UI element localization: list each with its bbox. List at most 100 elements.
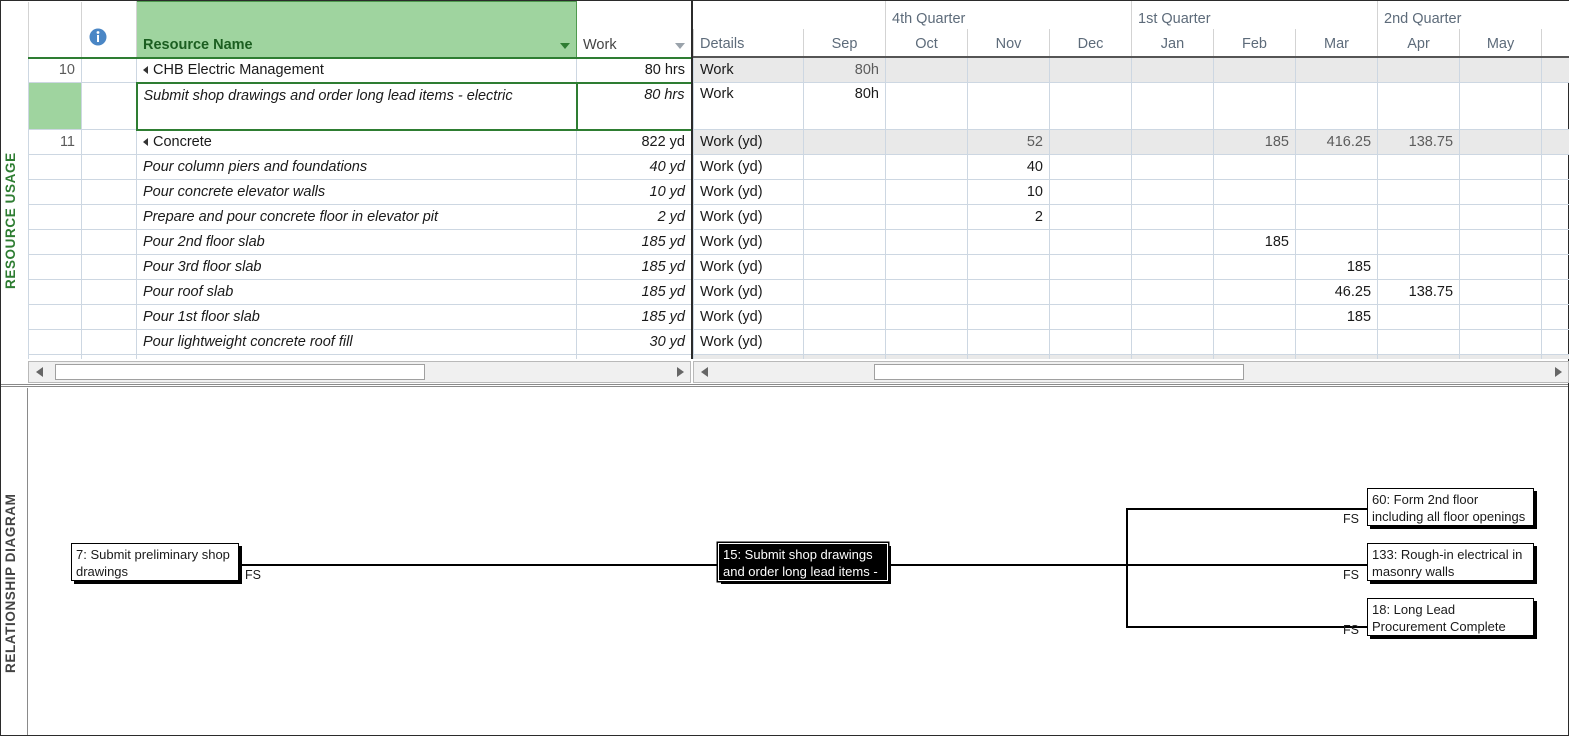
timephased-value-cell[interactable]	[885, 178, 968, 205]
timephased-value-cell[interactable]	[1049, 303, 1132, 330]
timephased-value-cell[interactable]	[803, 353, 886, 359]
table-row[interactable]: Work (yd) 185	[693, 253, 1569, 280]
timephased-value-cell[interactable]	[1541, 228, 1569, 255]
timephased-value-cell[interactable]: 288	[1049, 353, 1132, 359]
timephased-value-cell[interactable]	[1377, 228, 1461, 255]
timephased-value-cell[interactable]: 185	[1294, 303, 1379, 330]
timephased-value-cell[interactable]	[1131, 153, 1214, 180]
timephased-value-cell[interactable]	[967, 56, 1050, 83]
indicator-cell[interactable]	[81, 179, 137, 205]
table-row[interactable]: Pour 3rd floor slab 185 yd	[28, 254, 691, 280]
scroll-left-arrow[interactable]	[695, 363, 713, 381]
timephased-value-cell[interactable]	[1049, 128, 1132, 155]
column-header-row-number[interactable]	[28, 1, 82, 59]
timephased-value-cell[interactable]	[1049, 228, 1132, 255]
timephased-value-cell[interactable]	[1131, 128, 1214, 155]
successor-node[interactable]: 60: Form 2nd floor including all floor o…	[1367, 488, 1534, 526]
table-row[interactable]: Work (yd) 2	[693, 203, 1569, 230]
work-cell[interactable]: 80 hrs	[575, 81, 691, 131]
timephased-value-cell[interactable]	[1049, 328, 1132, 355]
work-cell[interactable]: 30 yd	[576, 329, 691, 355]
column-header-resource-name[interactable]: Resource Name	[136, 1, 577, 59]
timephased-value-cell[interactable]	[1377, 253, 1461, 280]
row-number-cell[interactable]	[28, 304, 82, 330]
timephased-value-cell[interactable]	[885, 203, 968, 230]
timephased-value-cell[interactable]	[1294, 56, 1379, 83]
chevron-down-icon[interactable]	[675, 42, 685, 49]
timephased-value-cell[interactable]	[1213, 328, 1296, 355]
scroll-left-arrow[interactable]	[30, 363, 48, 381]
timephased-value-cell[interactable]	[1213, 353, 1296, 359]
timephased-value-cell[interactable]: 52	[967, 128, 1050, 155]
timephased-value-cell[interactable]	[803, 128, 886, 155]
predecessor-node[interactable]: 7: Submit preliminary shop drawings	[71, 543, 239, 581]
timephased-value-cell[interactable]	[1049, 203, 1132, 230]
timephased-value-cell[interactable]	[1294, 328, 1379, 355]
row-number-cell[interactable]	[28, 254, 82, 280]
row-number-cell[interactable]	[28, 82, 82, 130]
timephased-value-cell[interactable]	[803, 253, 886, 280]
row-number-cell[interactable]: 11	[28, 129, 82, 155]
timephased-value-cell[interactable]	[803, 203, 886, 230]
timephased-value-cell[interactable]: 1,250	[1294, 353, 1379, 359]
timephased-value-cell[interactable]	[1131, 56, 1214, 83]
timephased-value-cell[interactable]	[1541, 328, 1569, 355]
timephased-value-cell[interactable]: 138.75	[1377, 278, 1461, 305]
table-row[interactable]: Work (ft) 480 288 1,2501,250	[693, 353, 1569, 359]
timephased-value-cell[interactable]	[1459, 153, 1543, 180]
timephased-value-cell[interactable]	[1541, 153, 1569, 180]
indicator-cell[interactable]	[81, 57, 137, 83]
timephased-value-cell[interactable]	[1459, 353, 1543, 359]
timephased-value-cell[interactable]: 80h	[803, 56, 886, 83]
row-number-cell[interactable]: 12	[28, 354, 82, 359]
work-cell[interactable]: 185 yd	[576, 229, 691, 255]
timephased-value-cell[interactable]	[1459, 303, 1543, 330]
timephased-value-cell[interactable]	[885, 153, 968, 180]
timephased-value-cell[interactable]	[1459, 81, 1543, 130]
timephased-value-cell[interactable]	[967, 328, 1050, 355]
resource-name-cell[interactable]: Pour lightweight concrete roof fill	[136, 329, 577, 355]
timephased-value-cell[interactable]	[1049, 253, 1132, 280]
timephased-value-cell[interactable]	[1213, 56, 1296, 83]
resource-name-cell[interactable]: Pour 1st floor slab	[136, 304, 577, 330]
timephased-value-cell[interactable]	[885, 278, 968, 305]
resource-name-cell[interactable]: Pour concrete elevator walls	[136, 179, 577, 205]
timephased-value-cell[interactable]: 480	[885, 353, 968, 359]
timephased-value-cell[interactable]	[1213, 178, 1296, 205]
work-cell[interactable]: 80 hrs	[576, 57, 691, 83]
resource-name-cell[interactable]: Pour column piers and foundations	[136, 154, 577, 180]
timephased-value-cell[interactable]	[1131, 228, 1214, 255]
timephased-value-cell[interactable]	[1377, 153, 1461, 180]
timephased-value-cell[interactable]	[803, 178, 886, 205]
table-row[interactable]: Work (yd) 10	[693, 178, 1569, 205]
successor-node[interactable]: 18: Long Lead Procurement Complete	[1367, 598, 1534, 636]
timephased-value-cell[interactable]	[1541, 128, 1569, 155]
work-cell[interactable]: 10 yd	[576, 179, 691, 205]
timephased-value-cell[interactable]	[1213, 81, 1296, 130]
row-number-cell[interactable]	[28, 154, 82, 180]
table-row[interactable]: 10 CHB Electric Management 80 hrs	[28, 57, 691, 83]
row-number-cell[interactable]	[28, 229, 82, 255]
scroll-right-arrow[interactable]	[1549, 363, 1567, 381]
table-row[interactable]: Pour roof slab 185 yd	[28, 279, 691, 305]
timephased-value-cell[interactable]	[885, 328, 968, 355]
table-row[interactable]: Pour 1st floor slab 185 yd	[28, 304, 691, 330]
timephased-value-cell[interactable]: 40	[967, 153, 1050, 180]
timephased-value-cell[interactable]	[885, 228, 968, 255]
timephased-value-cell[interactable]	[967, 81, 1050, 130]
timephased-value-cell[interactable]	[1541, 81, 1569, 130]
indicator-cell[interactable]	[81, 129, 137, 155]
timephased-value-cell[interactable]: 46.25	[1294, 278, 1379, 305]
timephased-value-cell[interactable]	[967, 353, 1050, 359]
timephased-value-cell[interactable]	[1541, 253, 1569, 280]
indicator-cell[interactable]	[81, 82, 137, 130]
indicator-cell[interactable]	[81, 354, 137, 359]
timephased-value-cell[interactable]	[1213, 153, 1296, 180]
timephased-value-cell[interactable]	[967, 278, 1050, 305]
timephased-value-cell[interactable]: 416.25	[1294, 128, 1379, 155]
timephased-value-cell[interactable]	[967, 253, 1050, 280]
pane-divider[interactable]	[1, 384, 1568, 387]
table-row[interactable]: Work (yd) 40	[693, 153, 1569, 180]
timephased-value-cell[interactable]	[885, 81, 968, 130]
work-cell[interactable]: 40 yd	[576, 154, 691, 180]
